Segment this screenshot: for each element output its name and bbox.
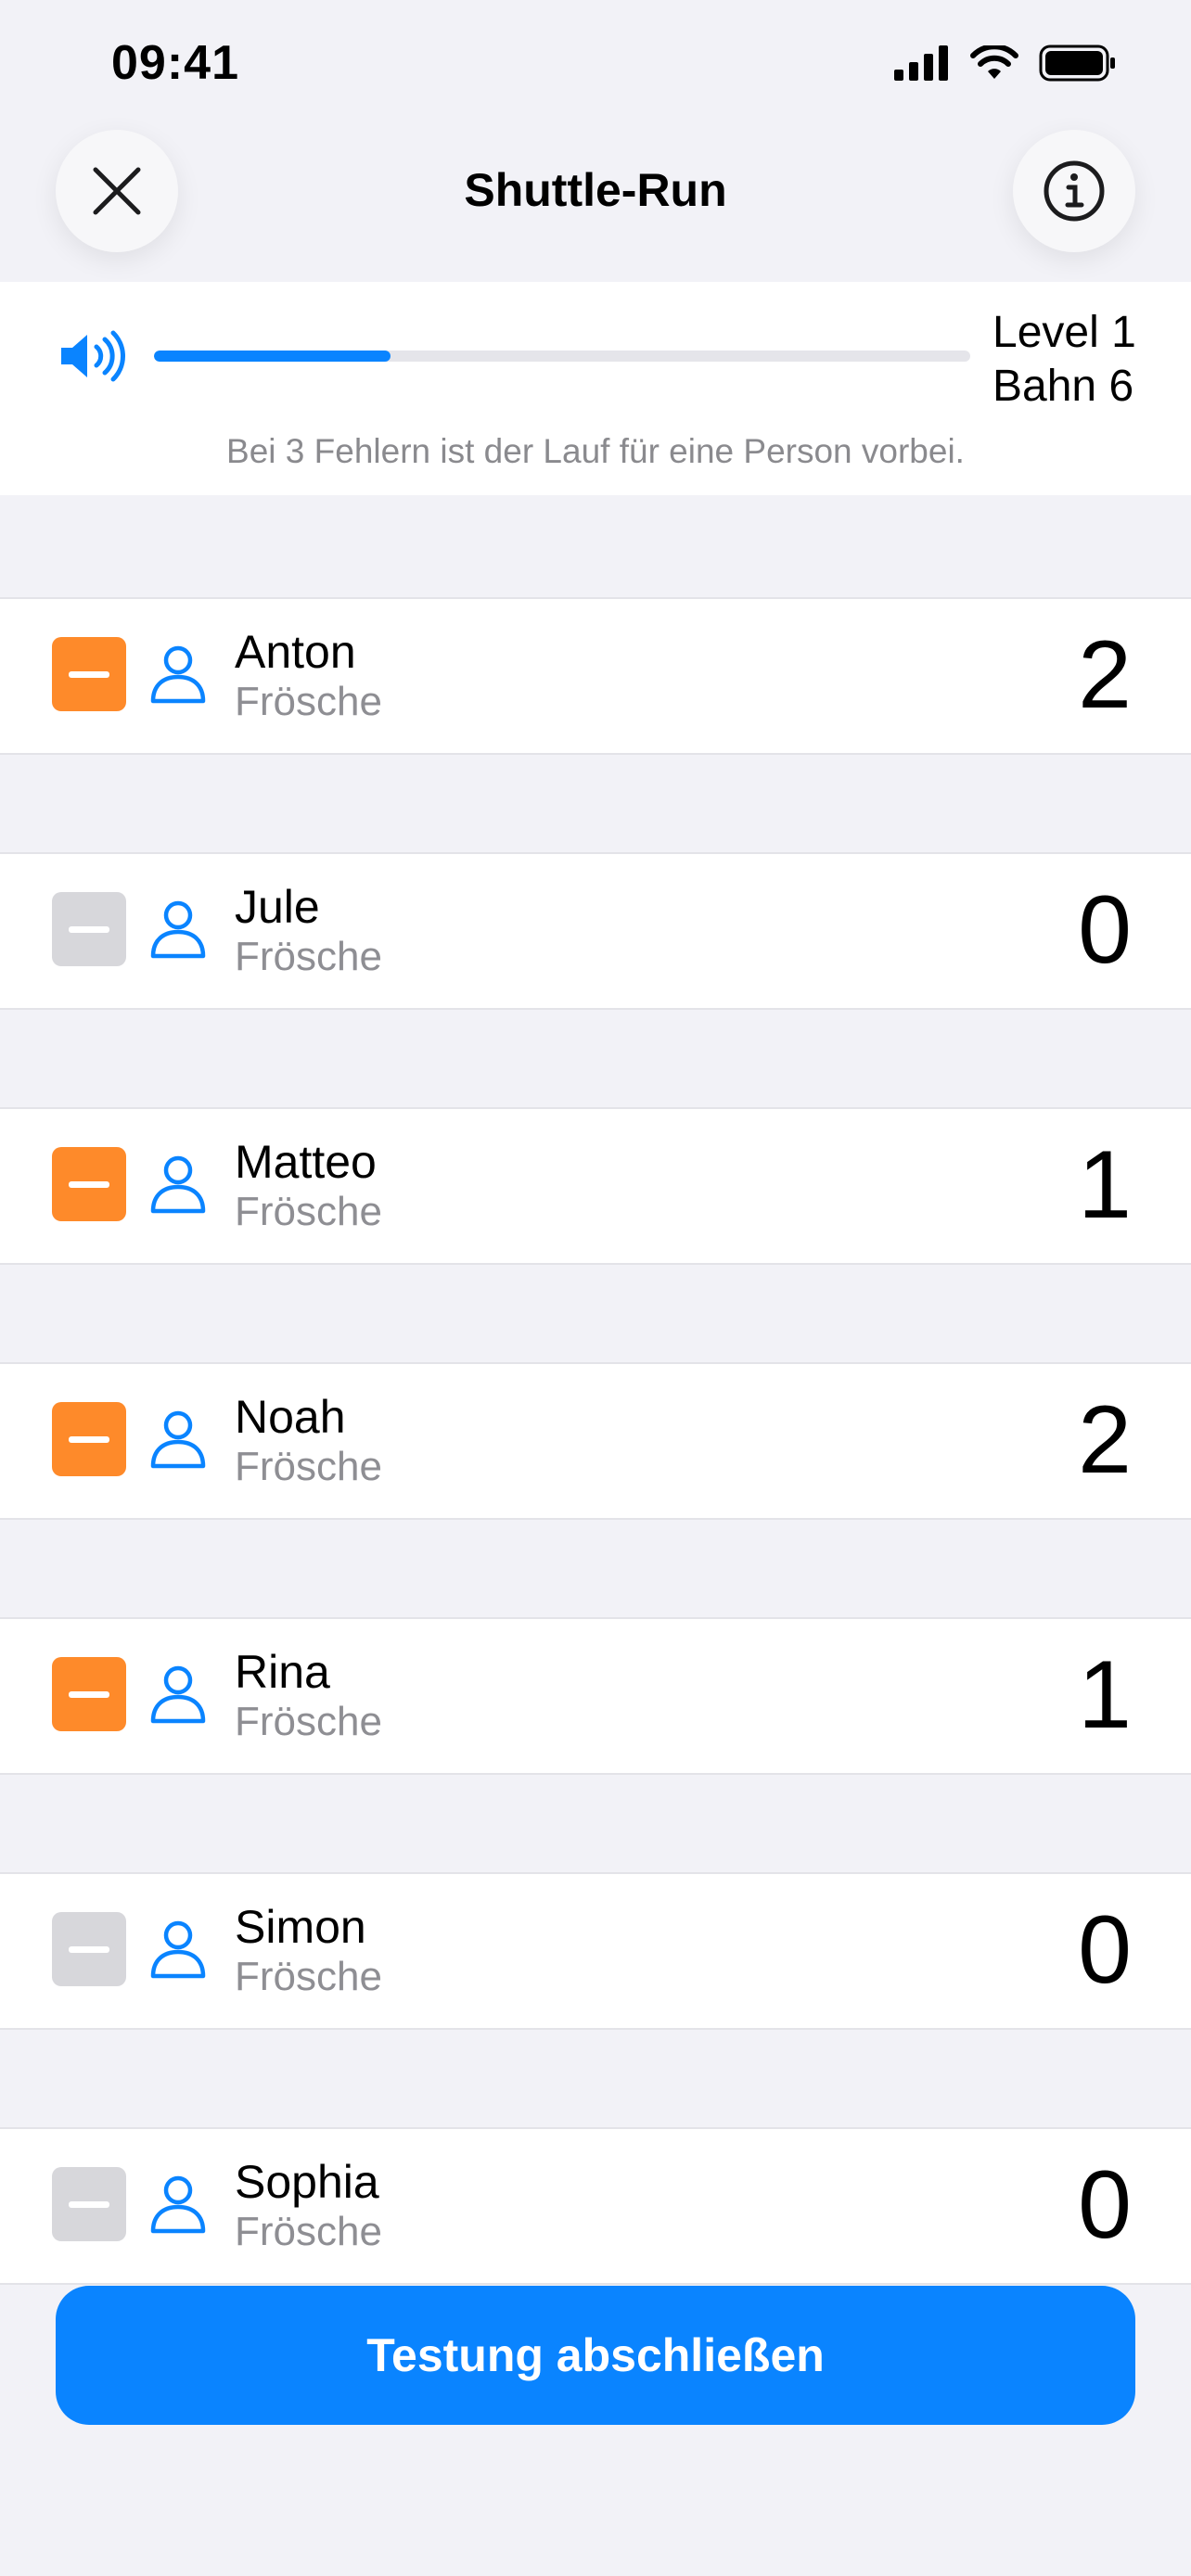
participant-name: Anton [235,626,356,678]
decrement-button[interactable] [52,1402,126,1476]
lane-label: Bahn 6 [992,362,1134,411]
participant-group: Frösche [235,934,382,979]
person-icon [150,1665,206,1724]
decrement-button[interactable] [52,892,126,966]
participant-group: Frösche [235,679,382,724]
minus-icon [69,1180,109,1188]
decrement-button[interactable] [52,1912,126,1986]
participant-name: Jule [235,881,320,933]
participant-name: Rina [235,1646,330,1698]
person-icon [150,900,206,959]
participant-row: Sophia Frösche 0 [0,2127,1191,2285]
participant-group: Frösche [235,1444,382,1489]
participant-row: Matteo Frösche 1 [0,1107,1191,1265]
decrement-button[interactable] [52,2167,126,2241]
decrement-button[interactable] [52,637,126,711]
participant-row: Noah Frösche 2 [0,1362,1191,1520]
person-icon [150,1410,206,1469]
participant-name: Simon [235,1901,366,1953]
decrement-button[interactable] [52,1657,126,1731]
participant-group: Frösche [235,1954,382,1999]
level-info: Level 1 Bahn 6 [992,306,1136,414]
speaker-icon[interactable] [59,330,128,382]
participant-name: Sophia [235,2156,379,2208]
status-icons [894,45,1117,82]
minus-icon [69,1945,109,1953]
error-count: 1 [1078,1641,1132,1749]
status-time: 09:41 [111,36,239,90]
level-label: Level 1 [992,308,1136,357]
audio-progress-bar [154,351,970,362]
error-count: 2 [1078,1386,1132,1494]
minus-icon [69,2200,109,2208]
cellular-signal-icon [894,45,948,81]
nav-bar: Shuttle-Run [0,130,1191,278]
participant-group: Frösche [235,1699,382,1744]
status-bar: 09:41 [0,0,1191,130]
battery-icon [1039,45,1115,82]
minus-icon [69,1690,109,1698]
participant-row: Rina Frösche 1 [0,1617,1191,1775]
finish-test-button[interactable]: Testung abschließen [56,2286,1135,2425]
participant-row: Jule Frösche 0 [0,852,1191,1010]
person-icon [150,1155,206,1214]
info-button[interactable] [1013,130,1135,252]
audio-progress-fill [154,351,391,362]
decrement-button[interactable] [52,1147,126,1221]
person-icon [150,645,206,704]
minus-icon [69,925,109,933]
participant-group: Frösche [235,2209,382,2254]
error-count: 0 [1078,1896,1132,2004]
error-count: 0 [1078,2151,1132,2259]
person-icon [150,1920,206,1979]
minus-icon [69,670,109,678]
participant-name: Matteo [235,1136,377,1188]
audio-panel: Level 1 Bahn 6 Bei 3 Fehlern ist der Lau… [0,282,1191,495]
info-icon [1044,160,1105,222]
participant-name: Noah [235,1391,346,1443]
minus-icon [69,1435,109,1443]
error-count: 2 [1078,621,1132,729]
participant-row: Anton Frösche 2 [0,597,1191,755]
error-count: 1 [1078,1131,1132,1239]
error-count: 0 [1078,876,1132,984]
rule-hint: Bei 3 Fehlern ist der Lauf für eine Pers… [226,432,965,470]
wifi-icon [970,45,1018,79]
participant-group: Frösche [235,1189,382,1234]
person-icon [150,2175,206,2234]
participant-row: Simon Frösche 0 [0,1872,1191,2030]
